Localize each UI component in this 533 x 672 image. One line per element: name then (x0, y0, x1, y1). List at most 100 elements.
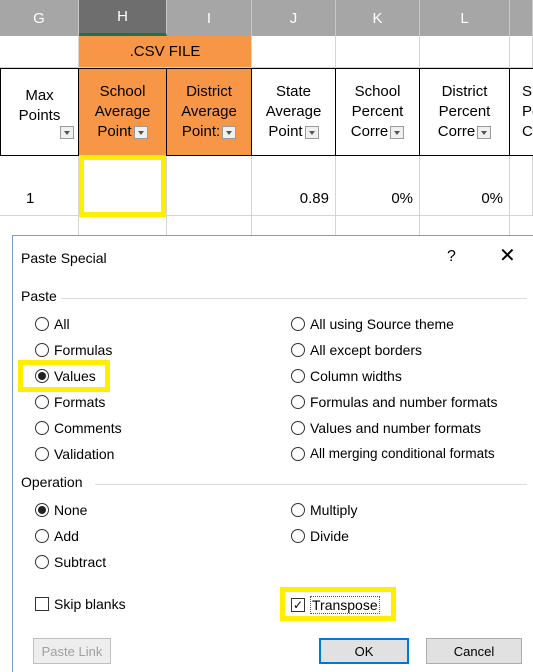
cell[interactable] (510, 156, 533, 216)
checkbox-icon[interactable] (35, 597, 49, 611)
option-label: None (54, 502, 88, 518)
close-icon[interactable]: ✕ (499, 246, 516, 266)
header-text: Average (265, 103, 322, 120)
header-state-avg-points[interactable]: State Average Point (252, 68, 336, 156)
radio-button-icon[interactable] (35, 395, 49, 409)
radio-all[interactable]: All (35, 316, 70, 332)
cell[interactable] (0, 216, 79, 235)
column-header-j[interactable]: J (252, 0, 336, 36)
radio-button-icon[interactable] (291, 421, 305, 435)
radio-all-merging-conditional-formats[interactable]: All merging conditional formats (291, 446, 495, 461)
header-district-avg-points[interactable]: District Average Point: (167, 68, 252, 156)
option-label: Formats (54, 394, 106, 410)
column-header-h[interactable]: H (79, 0, 167, 36)
cell-max-points[interactable]: 1 (0, 156, 79, 216)
cell-value: 0% (391, 190, 413, 207)
cell-district-pct[interactable]: 0% (420, 156, 510, 216)
radio-button-icon[interactable] (291, 343, 305, 357)
column-header-m[interactable] (510, 0, 533, 36)
radio-button-icon[interactable] (35, 447, 49, 461)
radio-button-icon[interactable] (291, 529, 305, 543)
header-text: Points (18, 106, 61, 124)
option-label: Add (54, 528, 79, 544)
cell[interactable] (79, 216, 167, 235)
header-school-pct-correct[interactable]: School Percent Corre (336, 68, 420, 156)
column-header-g[interactable]: G (0, 0, 79, 36)
header-text: Average (181, 103, 237, 120)
radio-multiply[interactable]: Multiply (291, 502, 357, 518)
cell-district-avg[interactable] (167, 156, 252, 216)
header-text: School (354, 83, 401, 100)
radio-button-icon[interactable] (35, 555, 49, 569)
cell-value: 1 (26, 190, 35, 207)
radio-formats[interactable]: Formats (35, 394, 105, 410)
column-letter: I (206, 9, 212, 27)
cell[interactable] (510, 36, 533, 68)
radio-values-number-formats[interactable]: Values and number formats (291, 420, 481, 436)
filter-dropdown-icon[interactable] (60, 125, 74, 139)
header-school-avg-points[interactable]: School Average Point (79, 68, 167, 156)
cell[interactable] (252, 36, 336, 68)
column-header-l[interactable]: L (420, 0, 510, 36)
header-district-pct-correct[interactable]: District Percent Corre (420, 68, 510, 156)
radio-button-icon[interactable] (35, 421, 49, 435)
cell[interactable] (336, 36, 420, 68)
radio-button-icon[interactable] (291, 369, 305, 383)
radio-button-icon[interactable] (291, 446, 305, 461)
group-divider (61, 298, 527, 299)
column-letter: L (460, 9, 469, 27)
paste-link-button[interactable]: Paste Link (33, 638, 111, 664)
radio-formulas[interactable]: Formulas (35, 342, 112, 358)
header-text: District (441, 83, 488, 100)
cell-school-pct[interactable]: 0% (336, 156, 420, 216)
cancel-button[interactable]: Cancel (426, 638, 522, 664)
skip-blanks-checkbox[interactable]: Skip blanks (35, 596, 126, 612)
filter-dropdown-icon[interactable] (222, 125, 237, 139)
radio-none[interactable]: None (35, 502, 87, 518)
radio-column-widths[interactable]: Column widths (291, 368, 402, 384)
radio-add[interactable]: Add (35, 528, 79, 544)
paste-special-dialog: Paste Special ? ✕ Paste All Formulas Val… (12, 235, 533, 672)
ok-button[interactable]: OK (319, 638, 409, 664)
filter-dropdown-icon[interactable] (390, 125, 405, 139)
option-label: All (54, 316, 70, 332)
radio-formulas-number-formats[interactable]: Formulas and number formats (291, 394, 498, 410)
operation-group-label: Operation (21, 474, 83, 490)
radio-button-selected-icon[interactable] (35, 503, 49, 517)
filter-dropdown-icon[interactable] (304, 125, 319, 139)
option-label: All using Source theme (310, 316, 454, 332)
option-label: Comments (54, 420, 122, 436)
radio-subtract[interactable]: Subtract (35, 554, 106, 570)
help-icon[interactable]: ? (447, 248, 456, 266)
paste-group-label: Paste (21, 288, 57, 304)
column-header-k[interactable]: K (336, 0, 420, 36)
cell[interactable] (0, 36, 79, 68)
radio-button-icon[interactable] (35, 529, 49, 543)
column-header-i[interactable]: I (167, 0, 252, 36)
radio-comments[interactable]: Comments (35, 420, 122, 436)
csv-file-label: .CSV FILE (129, 43, 201, 60)
cell[interactable] (252, 216, 336, 235)
radio-all-except-borders[interactable]: All except borders (291, 342, 422, 358)
csv-file-label-cell[interactable]: .CSV FILE (79, 36, 252, 68)
radio-button-icon[interactable] (35, 317, 49, 331)
radio-divide[interactable]: Divide (291, 528, 349, 544)
radio-button-icon[interactable] (291, 395, 305, 409)
cell[interactable] (420, 36, 510, 68)
header-text: C (522, 123, 533, 140)
cell[interactable] (420, 216, 510, 235)
radio-validation[interactable]: Validation (35, 446, 114, 462)
option-label: Skip blanks (54, 596, 126, 612)
filter-dropdown-icon[interactable] (133, 125, 148, 139)
column-letter: K (372, 9, 383, 27)
radio-button-icon[interactable] (291, 317, 305, 331)
header-partial[interactable]: S Pe C (510, 68, 533, 156)
cell[interactable] (336, 216, 420, 235)
radio-button-icon[interactable] (35, 343, 49, 357)
header-max-points[interactable]: Max Points (0, 68, 79, 156)
filter-dropdown-icon[interactable] (477, 125, 492, 139)
cell[interactable] (167, 216, 252, 235)
cell-state-avg[interactable]: 0.89 (252, 156, 336, 216)
radio-button-icon[interactable] (291, 503, 305, 517)
radio-all-source-theme[interactable]: All using Source theme (291, 316, 454, 332)
